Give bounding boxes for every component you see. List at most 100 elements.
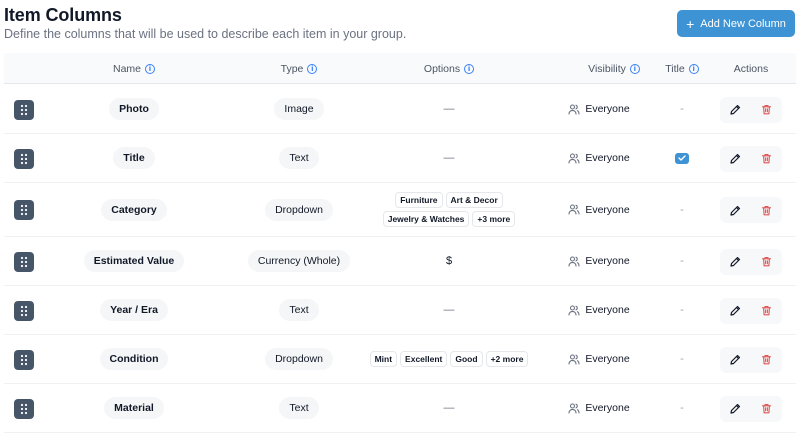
edit-pencil-icon[interactable] bbox=[727, 150, 745, 168]
drag-handle-icon[interactable] bbox=[14, 99, 34, 120]
table-row: Estimated Value Currency (Whole) $ Everyone… bbox=[4, 237, 796, 286]
drag-handle-icon[interactable] bbox=[14, 349, 34, 370]
edit-pencil-icon[interactable] bbox=[727, 351, 745, 369]
delete-trash-icon[interactable] bbox=[758, 101, 776, 119]
info-icon[interactable]: i bbox=[629, 63, 640, 74]
info-icon[interactable]: i bbox=[688, 63, 699, 74]
column-header-actions-label: Actions bbox=[733, 62, 769, 75]
delete-trash-icon[interactable] bbox=[758, 201, 776, 219]
visibility-cell: Everyone bbox=[554, 85, 644, 133]
column-name: Category bbox=[101, 198, 167, 221]
delete-trash-icon[interactable] bbox=[758, 400, 776, 418]
row-actions bbox=[720, 395, 782, 422]
type-cell: Image bbox=[224, 85, 374, 133]
options-text: — bbox=[443, 402, 455, 414]
title-cell: - bbox=[654, 335, 710, 383]
title-cell: - bbox=[654, 85, 710, 133]
type-cell: Dropdown bbox=[224, 183, 374, 236]
row-actions bbox=[720, 96, 782, 123]
visibility-value: Everyone bbox=[585, 152, 630, 164]
title-cell: - bbox=[654, 237, 710, 285]
edit-pencil-icon[interactable] bbox=[727, 253, 745, 271]
delete-trash-icon[interactable] bbox=[758, 253, 776, 271]
title-value: - bbox=[680, 255, 684, 267]
users-icon bbox=[568, 304, 580, 316]
checkmark-icon bbox=[678, 155, 686, 161]
users-icon bbox=[568, 255, 580, 267]
type-cell: Text bbox=[224, 384, 374, 432]
column-type: Text bbox=[279, 397, 319, 419]
edit-pencil-icon[interactable] bbox=[727, 302, 745, 320]
name-cell: Material bbox=[64, 384, 204, 432]
column-header-actions: Actions bbox=[720, 53, 782, 84]
info-icon[interactable]: i bbox=[307, 63, 318, 74]
drag-handle-icon[interactable] bbox=[14, 398, 34, 419]
users-icon bbox=[568, 402, 580, 414]
table-row: Photo Image — Everyone - bbox=[4, 85, 796, 134]
page-title: Item Columns bbox=[4, 5, 122, 25]
column-name: Year / Era bbox=[100, 299, 168, 321]
options-cell: — bbox=[374, 134, 524, 182]
edit-pencil-icon[interactable] bbox=[727, 400, 745, 418]
type-cell: Text bbox=[224, 134, 374, 182]
column-name: Photo bbox=[109, 98, 159, 120]
options-text: — bbox=[443, 152, 455, 164]
drag-handle-icon[interactable] bbox=[14, 251, 34, 272]
option-tag: Mint bbox=[369, 351, 398, 367]
visibility-cell: Everyone bbox=[554, 237, 644, 285]
visibility-cell: Everyone bbox=[554, 384, 644, 432]
name-cell: Estimated Value bbox=[64, 237, 204, 285]
title-cell: - bbox=[654, 286, 710, 334]
table-row: Title Text — Everyone bbox=[4, 134, 796, 183]
users-icon bbox=[568, 152, 580, 164]
table-row: Category Dropdown Furniture Art & Decor Jewe… bbox=[4, 183, 796, 237]
add-new-column-button[interactable]: + Add New Column bbox=[677, 10, 795, 37]
column-type: Image bbox=[274, 98, 324, 120]
column-name: Title bbox=[113, 147, 155, 169]
users-icon bbox=[568, 353, 580, 365]
info-icon[interactable]: i bbox=[145, 63, 155, 74]
column-header-options: Options i bbox=[374, 53, 524, 84]
column-header-options-label: Options bbox=[423, 62, 461, 75]
column-type: Text bbox=[279, 299, 319, 321]
visibility-value: Everyone bbox=[585, 402, 630, 414]
title-value: - bbox=[680, 103, 684, 115]
column-header-name: Name i bbox=[64, 53, 204, 84]
delete-trash-icon[interactable] bbox=[758, 150, 776, 168]
name-cell: Condition bbox=[64, 335, 204, 383]
edit-pencil-icon[interactable] bbox=[727, 101, 745, 119]
visibility-value: Everyone bbox=[585, 304, 630, 316]
title-checkbox[interactable] bbox=[675, 152, 689, 164]
name-cell: Title bbox=[64, 134, 204, 182]
option-tag: +3 more bbox=[472, 211, 516, 227]
drag-handle-icon[interactable] bbox=[14, 148, 34, 169]
drag-handle-icon[interactable] bbox=[14, 200, 34, 220]
options-cell: Furniture Art & Decor Jewelry & Watches +3 … bbox=[374, 183, 524, 236]
info-icon[interactable]: i bbox=[464, 63, 475, 74]
title-value: - bbox=[680, 203, 684, 216]
table-row: Year / Era Text — Everyone - bbox=[4, 286, 796, 335]
visibility-cell: Everyone bbox=[554, 335, 644, 383]
visibility-value: Everyone bbox=[585, 353, 630, 365]
table-header: Name i Type i Options i Visibility i Tit… bbox=[4, 53, 796, 84]
column-type: Dropdown bbox=[265, 198, 333, 221]
column-type: Currency (Whole) bbox=[247, 250, 351, 272]
users-icon bbox=[568, 204, 580, 215]
name-cell: Year / Era bbox=[64, 286, 204, 334]
delete-trash-icon[interactable] bbox=[758, 302, 776, 320]
column-type: Dropdown bbox=[265, 348, 333, 370]
option-tags: Mint Excellent Good +2 more bbox=[369, 351, 529, 367]
column-header-visibility-label: Visibility bbox=[588, 62, 626, 75]
title-cell: - bbox=[654, 384, 710, 432]
table-row: Condition Dropdown Mint Excellent Good +2 mor… bbox=[4, 335, 796, 384]
delete-trash-icon[interactable] bbox=[758, 351, 776, 369]
column-header-name-label: Name bbox=[112, 62, 141, 75]
edit-pencil-icon[interactable] bbox=[727, 201, 745, 219]
options-cell: $ bbox=[374, 237, 524, 285]
column-header-title: Title i bbox=[654, 53, 710, 84]
options-cell: Mint Excellent Good +2 more bbox=[369, 335, 529, 383]
name-cell: Category bbox=[64, 183, 204, 236]
drag-handle-icon[interactable] bbox=[14, 300, 34, 321]
type-cell: Dropdown bbox=[224, 335, 374, 383]
page-subtitle: Define the columns that will be used to … bbox=[4, 27, 407, 41]
